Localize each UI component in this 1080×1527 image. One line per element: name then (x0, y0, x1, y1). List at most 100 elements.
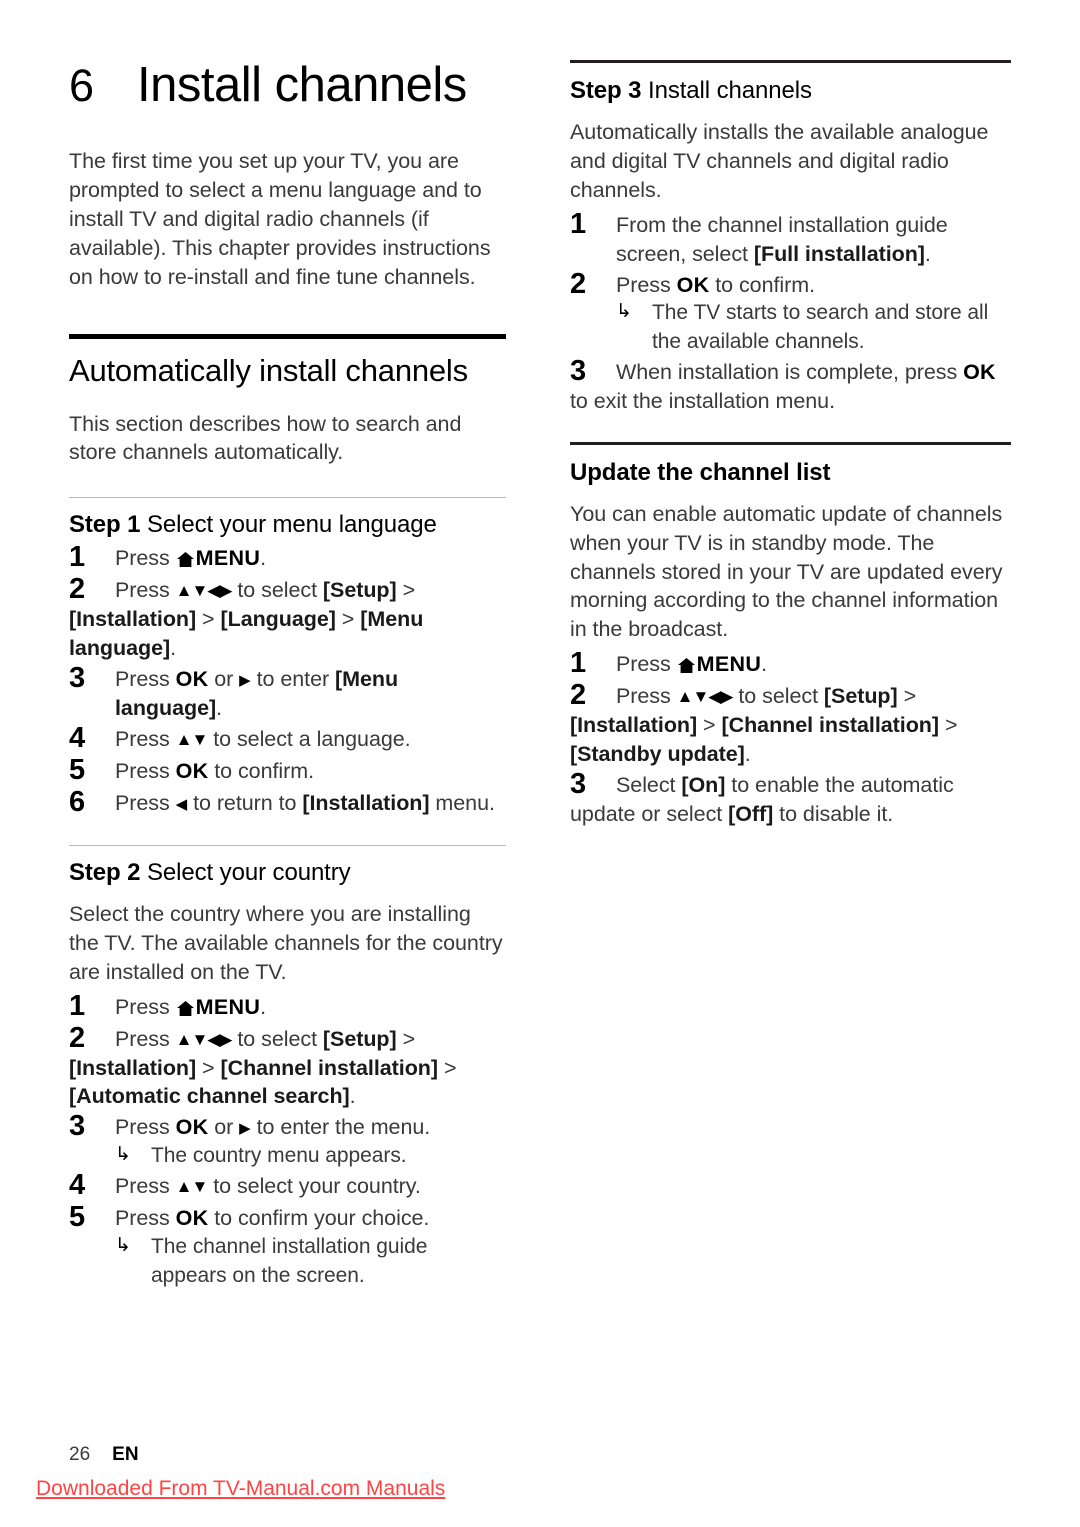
step-text: Press OK or ▶ to enter the menu. (115, 1115, 431, 1140)
menu-item-installation: [Installation] (570, 713, 698, 738)
menu-keyword: MENU (696, 652, 762, 677)
left-column: 6 Install channels The first time you se… (69, 0, 506, 1292)
menu-keyword: MENU (195, 994, 261, 1019)
update-list-steps: 1 Press MENU. 2 Press ▲▼◀▶ to select [Se… (570, 647, 1011, 829)
menu-item-setup: [Setup] (823, 684, 898, 709)
dpad-arrows-icon: ▲▼◀▶ (175, 581, 233, 601)
menu-item-installation: [Installation] (302, 790, 430, 815)
step-number: 1 (570, 207, 587, 240)
list-item: 5 Press OK to confirm. (69, 754, 506, 787)
chapter-heading: 6 Install channels (69, 0, 506, 111)
chapter-number: 6 (69, 60, 94, 111)
step-text: Press MENU. (115, 994, 267, 1019)
step-number: 2 (69, 1021, 86, 1054)
page-footer: 26 EN (69, 1444, 139, 1466)
right-column: Step 3 Install channels Automatically in… (570, 0, 1011, 831)
arrow-right-icon: ▶ (239, 1120, 251, 1138)
list-item: 1 Press MENU. (69, 990, 506, 1023)
step-text: Press OK to confirm your choice. (115, 1206, 430, 1231)
step-text: Press ▲▼◀▶ to select [Setup] > [Installa… (69, 1026, 457, 1109)
step-number: 3 (69, 1110, 86, 1143)
menu-item-setup: [Setup] (322, 1026, 397, 1051)
step2-list: 1 Press MENU. 2 Press ▲▼◀▶ to select [Se… (69, 990, 506, 1290)
list-item: 1 Press MENU. (69, 541, 506, 574)
list-item: 5 Press OK to confirm your choice. ↳ The … (69, 1201, 506, 1289)
step-number: 3 (570, 767, 587, 800)
update-list-intro: You can enable automatic update of chann… (570, 501, 1003, 642)
list-item: 4 Press ▲▼ to select your country. (69, 1169, 506, 1202)
list-item: 2 Press ▲▼◀▶ to select [Setup] > [Instal… (69, 573, 506, 663)
menu-item-language: [Language] (220, 607, 336, 632)
step-text: When installation is complete, press OK … (570, 359, 996, 413)
step3-label: Step 3 (570, 77, 642, 104)
step-text: Press MENU. (115, 546, 267, 571)
step-text: Press ▲▼ to select a language. (115, 726, 411, 751)
step1-list: 1 Press MENU. 2 Press ▲▼◀▶ to select [Se… (69, 541, 506, 819)
result-arrow-icon: ↳ (115, 1235, 131, 1257)
chapter-title: Install channels (137, 58, 467, 112)
arrow-left-icon: ◀ (175, 795, 188, 813)
step3-intro: Automatically installs the available ana… (570, 120, 989, 202)
menu-item-channel-installation: [Channel installation] (721, 713, 940, 738)
dpad-arrows-icon: ▲▼◀▶ (676, 687, 734, 707)
list-item: 1 Press MENU. (570, 647, 1011, 680)
ok-keyword: OK (175, 1206, 209, 1231)
home-icon (176, 1000, 194, 1016)
step-number: 3 (570, 354, 587, 387)
step-number: 6 (69, 785, 86, 818)
ok-keyword: OK (175, 1115, 209, 1140)
menu-item-channel-installation: [Channel installation] (220, 1055, 439, 1080)
menu-item-on: [On] (681, 772, 726, 797)
step-text: Press MENU. (616, 652, 768, 677)
result-note: ↳ The channel installation guide appears … (69, 1233, 506, 1289)
step-text: Press ▲▼◀▶ to select [Setup] > [Installa… (570, 684, 958, 767)
step-number: 5 (69, 753, 86, 786)
heading-step2: Step 2 Select your country (69, 858, 506, 888)
step-number: 4 (69, 1169, 86, 1202)
subsection-rule-step1 (69, 497, 506, 499)
step-text: Press ▲▼ to select your country. (115, 1174, 421, 1199)
step2-intro: Select the country where you are install… (69, 901, 503, 984)
home-icon (176, 552, 194, 568)
menu-item-off: [Off] (728, 801, 774, 826)
ok-keyword: OK (963, 359, 996, 384)
subsection-rule-step2 (69, 844, 506, 846)
step-text: Press ◀ to return to [Installation] menu… (115, 790, 495, 815)
step-text: Press OK to confirm. (115, 758, 315, 783)
arrow-right-icon: ▶ (239, 672, 251, 690)
result-arrow-icon: ↳ (115, 1144, 131, 1166)
step-number: 4 (69, 721, 86, 754)
heading-step3: Step 3 Install channels (570, 76, 1011, 106)
download-watermark: Downloaded From TV-Manual.com Manuals (36, 1477, 446, 1500)
step-text: Press OK to confirm. (616, 272, 816, 297)
list-item: 4 Press ▲▼ to select a language. (69, 722, 506, 755)
result-note: ↳ The country menu appears. (69, 1142, 506, 1170)
step2-title: Select your country (147, 858, 351, 886)
ok-keyword: OK (175, 758, 209, 783)
chapter-intro: The first time you set up your TV, you a… (69, 149, 491, 290)
menu-keyword: MENU (195, 546, 261, 571)
step-text: From the channel installation guide scre… (616, 212, 948, 266)
step-text: Press ▲▼◀▶ to select [Setup] > [Installa… (69, 578, 424, 661)
step-text: Select [On] to enable the automatic upda… (570, 772, 954, 826)
step1-label: Step 1 (69, 511, 141, 539)
step-number: 1 (570, 647, 587, 680)
step2-label: Step 2 (69, 858, 141, 886)
step1-title: Select your menu language (147, 511, 437, 539)
step-text: Press OK or ▶ to enter [Menu language]. (115, 667, 399, 720)
step-number: 1 (69, 989, 86, 1022)
section-heading-auto-install: Automatically install channels (69, 352, 468, 388)
section-rule-thick (69, 333, 506, 339)
list-item: 3 When installation is complete, press O… (570, 355, 1011, 416)
list-item: 2 Press ▲▼◀▶ to select [Setup] > [Instal… (69, 1022, 506, 1112)
step-number: 5 (69, 1201, 86, 1234)
section-rule-update-list (570, 441, 1011, 445)
arrow-updown-icon: ▲▼ (175, 1177, 209, 1197)
result-text: The channel installation guide appears o… (151, 1235, 428, 1287)
dpad-arrows-icon: ▲▼◀▶ (175, 1029, 233, 1049)
auto-install-intro: This section describes how to search and… (69, 411, 462, 465)
list-item: 1 From the channel installation guide sc… (570, 208, 1011, 269)
ok-keyword: OK (175, 667, 209, 692)
menu-item-installation: [Installation] (69, 1055, 197, 1080)
subsection-rule-step3 (570, 60, 1011, 63)
